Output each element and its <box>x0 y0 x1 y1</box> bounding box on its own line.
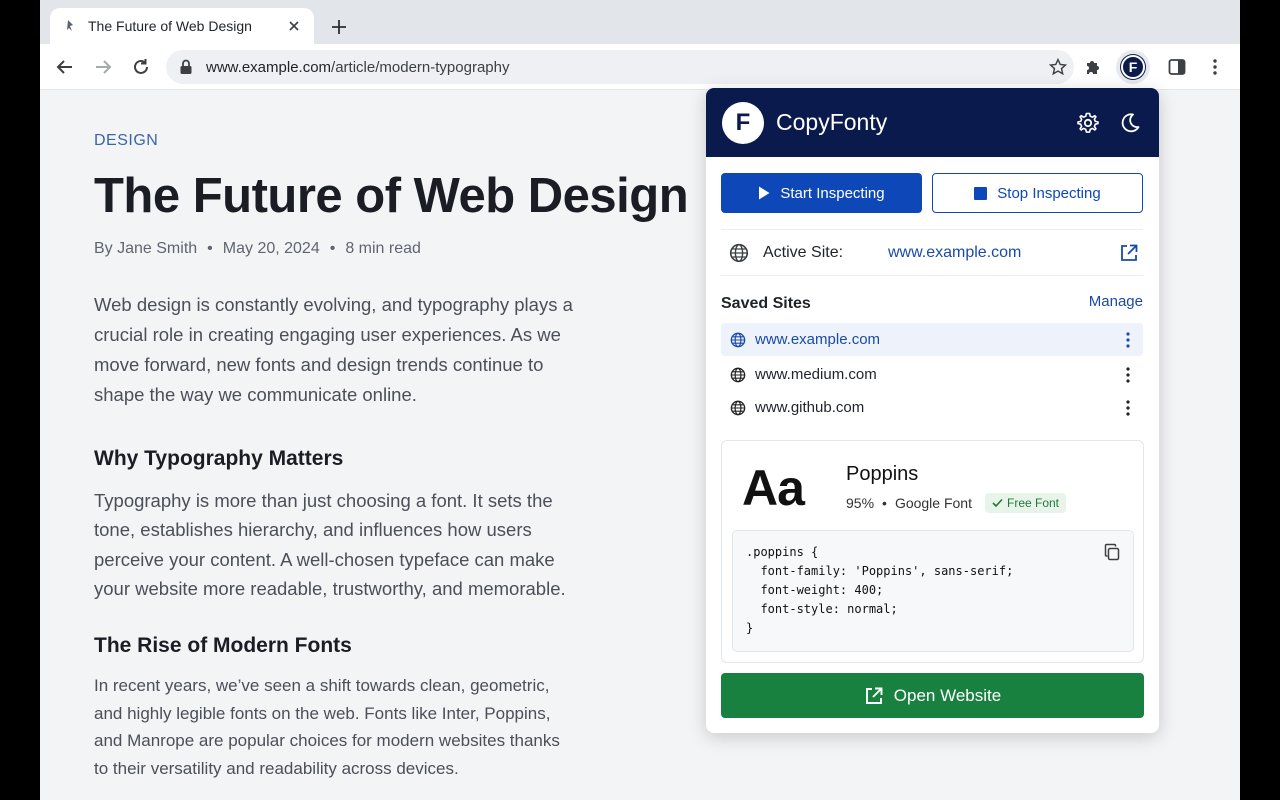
article-intro: Web design is constantly evolving, and t… <box>94 294 573 405</box>
saved-site-name: www.example.com <box>755 331 881 348</box>
dark-mode-moon-icon[interactable] <box>1117 110 1143 136</box>
author: By Jane Smith <box>94 240 198 257</box>
new-tab-icon[interactable] <box>328 16 350 38</box>
check-icon <box>992 498 1003 508</box>
active-site-url[interactable]: www.example.com <box>888 244 1021 262</box>
open-website-label: Open Website <box>893 685 1002 705</box>
globe-icon <box>729 331 747 349</box>
publish-date: May 20, 2024 <box>222 240 320 257</box>
globe-icon <box>729 399 747 417</box>
globe-icon <box>729 243 749 262</box>
font-meta: 95% • Google Font Free Font <box>846 493 1067 513</box>
close-tab-icon[interactable] <box>286 18 302 34</box>
stop-inspecting-button[interactable]: Stop Inspecting <box>932 173 1143 213</box>
extension-name: CopyFonty <box>776 109 888 135</box>
more-options-icon[interactable] <box>1123 398 1133 418</box>
back-icon[interactable] <box>53 55 77 79</box>
saved-sites-title: Saved Sites <box>721 295 811 312</box>
saved-site-name: www.github.com <box>755 399 865 416</box>
saved-site-row[interactable]: www.github.com <box>721 391 1143 424</box>
section-text-2: In recent years, we’ve seen a shift towa… <box>94 676 560 778</box>
read-time: 8 min read <box>345 240 421 257</box>
site-info-icon[interactable] <box>178 59 194 75</box>
settings-gear-icon[interactable] <box>1075 110 1101 136</box>
open-external-icon[interactable] <box>1119 243 1139 263</box>
open-website-button[interactable]: Open Website <box>721 673 1144 718</box>
article-headline: The Future of Web Design <box>94 169 689 223</box>
active-site-label: Active Site: <box>763 243 844 261</box>
play-icon <box>759 186 770 200</box>
font-preview: Aa <box>742 460 805 516</box>
active-site-row: Active Site: www.example.com <box>721 229 1143 276</box>
browser-toolbar: www.example.com/article/modern-typograph… <box>40 44 1240 90</box>
address-bar[interactable]: www.example.com/article/modern-typograph… <box>166 50 1074 84</box>
extensions-puzzle-icon[interactable] <box>1080 54 1106 80</box>
browser-menu-icon[interactable] <box>1202 54 1228 80</box>
open-external-icon <box>865 687 883 704</box>
browser-window: The Future of Web Design www.example.com… <box>40 0 1240 800</box>
bookmark-star-icon[interactable] <box>1048 57 1068 77</box>
favicon-icon <box>62 18 78 34</box>
url-host: www.example.com <box>206 58 332 76</box>
copyfonty-icon: F <box>1121 55 1145 79</box>
font-name: Poppins <box>846 463 919 485</box>
css-snippet-box: .poppins { font-family: 'Poppins', sans-… <box>732 530 1134 652</box>
more-options-icon[interactable] <box>1123 330 1133 350</box>
saved-site-row[interactable]: www.example.com <box>721 323 1143 356</box>
url-path: /article/modern-typography <box>331 58 510 76</box>
inspect-controls: Start Inspecting Stop Inspecting <box>721 173 1143 213</box>
saved-site-name: www.medium.com <box>755 366 877 383</box>
stop-inspecting-label: Stop Inspecting <box>997 184 1101 202</box>
article-category[interactable]: DESIGN <box>94 132 158 150</box>
font-details-card: Aa Poppins 95% • Google Font Free Font .… <box>721 440 1144 663</box>
side-panel-icon[interactable] <box>1164 54 1190 80</box>
section-heading-2: The Rise of Modern Fonts <box>94 634 352 657</box>
copy-icon[interactable] <box>1103 543 1121 561</box>
reload-icon[interactable] <box>129 55 153 79</box>
more-options-icon[interactable] <box>1123 365 1133 385</box>
start-inspecting-label: Start Inspecting <box>780 184 885 202</box>
free-font-badge: Free Font <box>985 493 1067 513</box>
font-match: 95% <box>846 495 875 511</box>
copyfonty-logo: F <box>722 101 764 144</box>
tab-title: The Future of Web Design <box>88 18 252 34</box>
section-heading-1: Why Typography Matters <box>94 447 344 470</box>
article-byline: By Jane Smith • May 20, 2024 • 8 min read <box>94 240 421 257</box>
section-text-1: Typography is more than just choosing a … <box>94 490 566 599</box>
tab-strip: The Future of Web Design <box>40 0 1240 44</box>
browser-tab[interactable]: The Future of Web Design <box>50 8 314 44</box>
copyfonty-extension-button[interactable]: F <box>1116 50 1150 84</box>
css-snippet[interactable]: .poppins { font-family: 'Poppins', sans-… <box>746 543 1013 638</box>
popup-header: F CopyFonty <box>706 88 1159 157</box>
forward-icon[interactable] <box>91 55 115 79</box>
font-source: Google Font <box>894 495 972 511</box>
saved-site-row[interactable]: www.medium.com <box>721 358 1143 391</box>
copyfonty-popup: F CopyFonty Start Inspecting Stop Inspec… <box>706 88 1159 733</box>
manage-link[interactable]: Manage <box>1089 293 1143 310</box>
free-font-label: Free Font <box>1007 496 1060 510</box>
start-inspecting-button[interactable]: Start Inspecting <box>721 173 922 213</box>
url-text: www.example.com/article/modern-typograph… <box>206 59 509 76</box>
stop-icon <box>974 186 988 200</box>
globe-icon <box>729 366 747 384</box>
